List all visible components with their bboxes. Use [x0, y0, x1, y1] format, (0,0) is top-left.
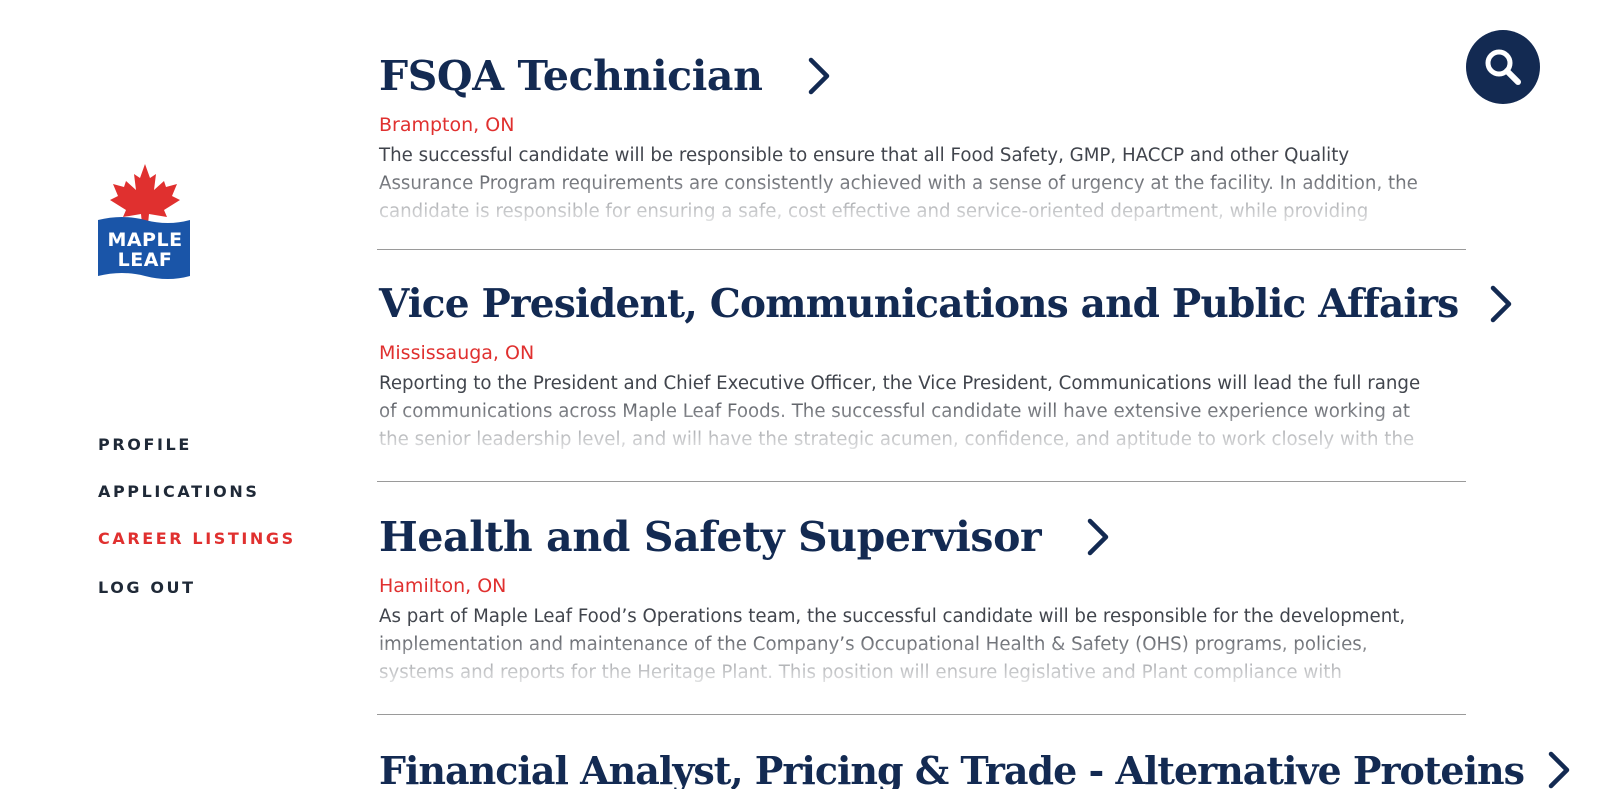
- job-title[interactable]: FSQA Technician: [377, 52, 763, 100]
- chevron-right-icon[interactable]: [1546, 751, 1572, 789]
- job-location: Brampton, ON: [379, 114, 515, 136]
- job-title-row: Vice President, Communications and Publi…: [377, 276, 1512, 332]
- job-description: Reporting to the President and Chief Exe…: [379, 373, 1421, 450]
- job-listing: FSQA Technician Brampton, ON The success…: [377, 48, 1467, 226]
- sidebar-item-career-listings[interactable]: CAREER LISTINGS: [98, 530, 296, 579]
- sidebar-nav: PROFILE APPLICATIONS CAREER LISTINGS LOG…: [98, 436, 296, 626]
- job-title[interactable]: Health and Safety Supervisor: [377, 513, 1042, 561]
- job-title[interactable]: Vice President, Communications and Publi…: [377, 281, 1459, 327]
- divider: [377, 481, 1466, 482]
- job-location: Mississauga, ON: [379, 342, 535, 364]
- job-title[interactable]: Financial Analyst, Pricing & Trade - Alt…: [377, 748, 1525, 789]
- sidebar: MAPLE LEAF PROFILE APPLICATIONS CAREER L…: [0, 0, 340, 789]
- job-title-row: Health and Safety Supervisor: [377, 509, 1467, 565]
- search-button[interactable]: [1466, 30, 1540, 104]
- divider: [377, 249, 1466, 250]
- job-listing: Health and Safety Supervisor Hamilton, O…: [377, 509, 1467, 687]
- sidebar-item-applications[interactable]: APPLICATIONS: [98, 483, 296, 530]
- maple-leaf-icon: [110, 164, 180, 224]
- svg-text:LEAF: LEAF: [118, 249, 173, 271]
- chevron-right-icon[interactable]: [806, 57, 832, 95]
- job-title-row: Financial Analyst, Pricing & Trade - Alt…: [377, 742, 1570, 789]
- svg-text:MAPLE: MAPLE: [107, 229, 182, 251]
- job-listing: Vice President, Communications and Publi…: [377, 276, 1512, 454]
- search-icon: [1485, 49, 1521, 85]
- career-listings-page: MAPLE LEAF PROFILE APPLICATIONS CAREER L…: [0, 0, 1600, 789]
- chevron-right-icon[interactable]: [1085, 518, 1111, 556]
- job-description: The successful candidate will be respons…: [379, 145, 1418, 222]
- job-location: Hamilton, ON: [379, 575, 507, 597]
- divider: [377, 714, 1466, 715]
- job-listing: Financial Analyst, Pricing & Trade - Alt…: [377, 742, 1570, 789]
- chevron-right-icon[interactable]: [1488, 285, 1514, 323]
- job-description: As part of Maple Leaf Food’s Operations …: [379, 606, 1406, 683]
- job-title-row: FSQA Technician: [377, 48, 1467, 104]
- sidebar-item-profile[interactable]: PROFILE: [98, 436, 296, 483]
- sidebar-item-log-out[interactable]: LOG OUT: [98, 579, 296, 626]
- maple-leaf-logo[interactable]: MAPLE LEAF: [98, 162, 192, 282]
